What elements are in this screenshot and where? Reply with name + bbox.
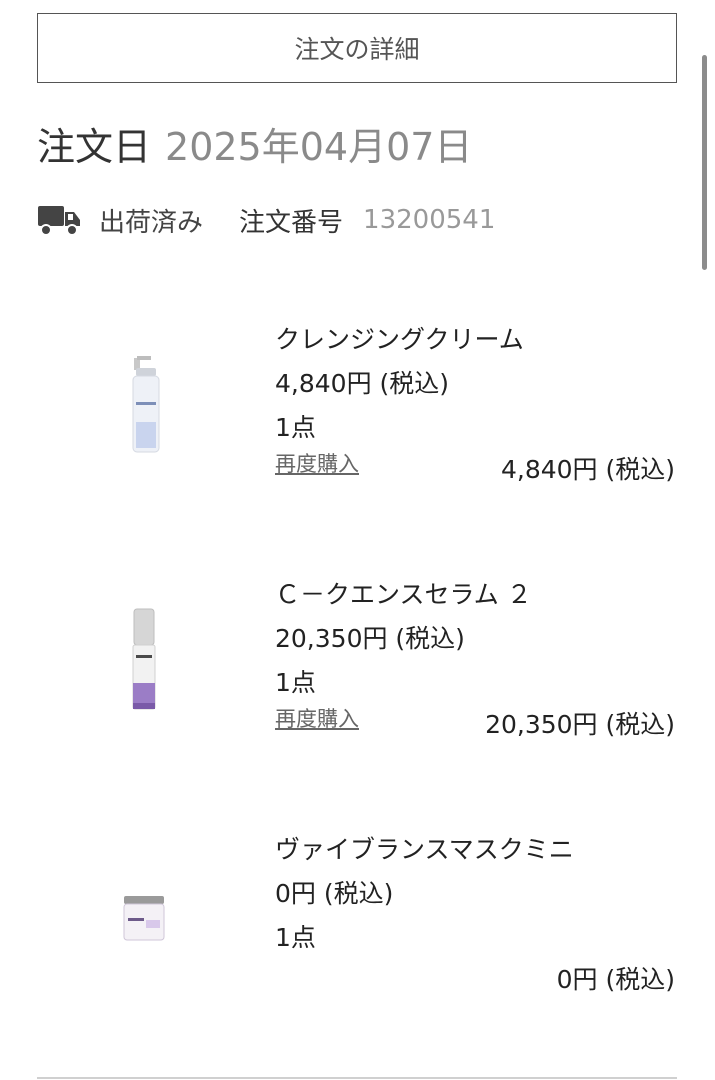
order-date-label: 注文日 [37,125,152,169]
item-name: クレンジングクリーム [275,325,524,354]
item-quantity: 1点 [275,413,316,442]
divider [37,1077,677,1079]
item-quantity: 1点 [275,923,316,952]
truck-icon [38,206,80,236]
order-number: 13200541 [363,205,496,235]
item-name: ヴァイブランスマスクミニ [275,835,574,864]
rebuy-link[interactable]: 再度購入 [275,448,359,478]
scrollbar[interactable] [702,55,707,270]
item-total: 0円 (税込) [556,965,675,994]
product-thumbnail [123,896,165,941]
rebuy-link[interactable]: 再度購入 [275,703,359,733]
order-date-row: 注文日 2025年04月07日 [37,116,472,169]
item-price: 0円 (税込) [275,879,394,908]
item-name: Ｃ－クエンスセラム ２ [275,580,532,609]
order-date-value: 2025年04月07日 [165,125,473,169]
order-item: ヴァイブランスマスクミニ 0円 (税込) 1点 0円 (税込) [0,828,715,1048]
order-detail-button[interactable]: 注文の詳細 [37,13,677,83]
item-info: クレンジングクリーム 4,840円 (税込) 1点 [275,318,524,450]
order-item: クレンジングクリーム 4,840円 (税込) 1点 再度購入 4,840円 (税… [0,318,715,538]
product-thumbnail [132,356,160,453]
item-info: Ｃ－クエンスセラム ２ 20,350円 (税込) 1点 [275,573,532,705]
order-number-label: 注文番号 [239,207,344,238]
product-thumbnail [132,608,156,710]
shipping-status: 出荷済み [99,207,204,238]
item-price: 20,350円 (税込) [275,624,465,653]
item-quantity: 1点 [275,668,316,697]
order-item: Ｃ－クエンスセラム ２ 20,350円 (税込) 1点 再度購入 20,350円… [0,573,715,793]
item-total: 20,350円 (税込) [485,710,675,739]
shipping-status-row: 出荷済み 注文番号 13200541 [37,198,495,242]
item-total: 4,840円 (税込) [500,455,675,484]
item-info: ヴァイブランスマスクミニ 0円 (税込) 1点 [275,828,574,960]
item-price: 4,840円 (税込) [275,369,450,398]
